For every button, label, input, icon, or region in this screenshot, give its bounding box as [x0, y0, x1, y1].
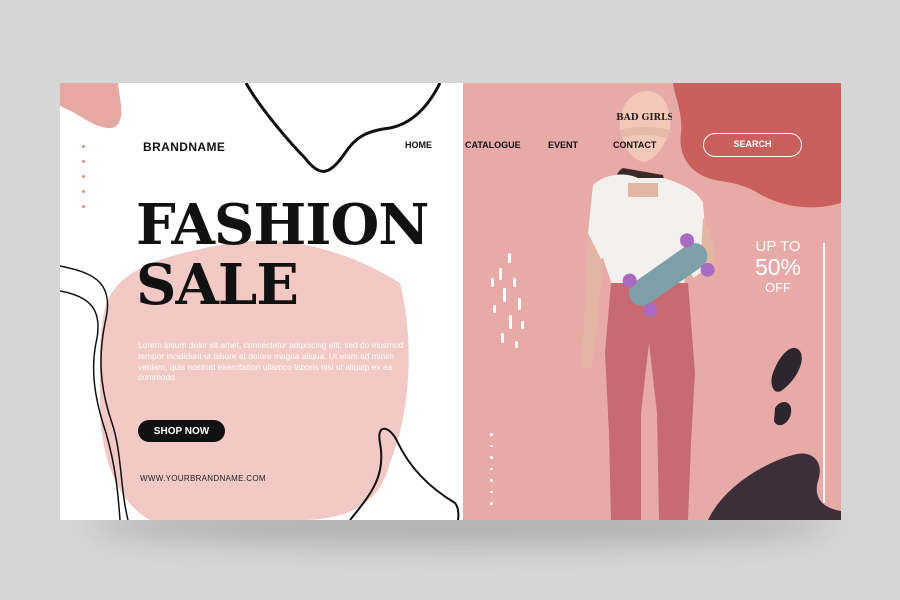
- promo-line-2: 50%: [754, 254, 802, 280]
- left-panel: BRANDNAME FASHION SALE Lorem ipsum dolor…: [60, 83, 463, 520]
- hero-headline: FASHION SALE: [136, 192, 429, 318]
- hero-body-text: Lorem ipsum dolor sit amet, consectetur …: [138, 340, 404, 383]
- nav-contact[interactable]: CONTACT: [613, 140, 656, 150]
- vertical-divider-line: [823, 243, 825, 503]
- headline-line-1: FASHION: [136, 192, 429, 258]
- cap-text: BAD GIRLS: [616, 113, 672, 123]
- nav-event[interactable]: EVENT: [548, 140, 578, 150]
- dot-column-right: [490, 433, 493, 514]
- shop-now-button[interactable]: SHOP NOW: [138, 420, 225, 442]
- dot-column-left: [82, 145, 86, 220]
- promo-badge: UP TO 50% OFF: [748, 239, 808, 294]
- brand-logo[interactable]: BRANDNAME: [143, 140, 225, 154]
- search-button[interactable]: SEARCH: [703, 133, 802, 157]
- cap-icon: BAD GIRLS: [616, 91, 672, 162]
- promo-line-3: OFF: [765, 280, 791, 295]
- nav-home[interactable]: HOME: [405, 140, 432, 150]
- pink-blob-top: [60, 83, 122, 129]
- headline-line-2: SALE: [136, 252, 299, 318]
- landing-page: BRANDNAME FASHION SALE Lorem ipsum dolor…: [60, 83, 841, 520]
- nav-catalogue[interactable]: CATALOGUE: [465, 140, 521, 150]
- website-url[interactable]: WWW.YOURBRANDNAME.COM: [140, 474, 266, 483]
- black-curve-top: [244, 83, 442, 173]
- promo-line-1: UP TO: [755, 238, 801, 255]
